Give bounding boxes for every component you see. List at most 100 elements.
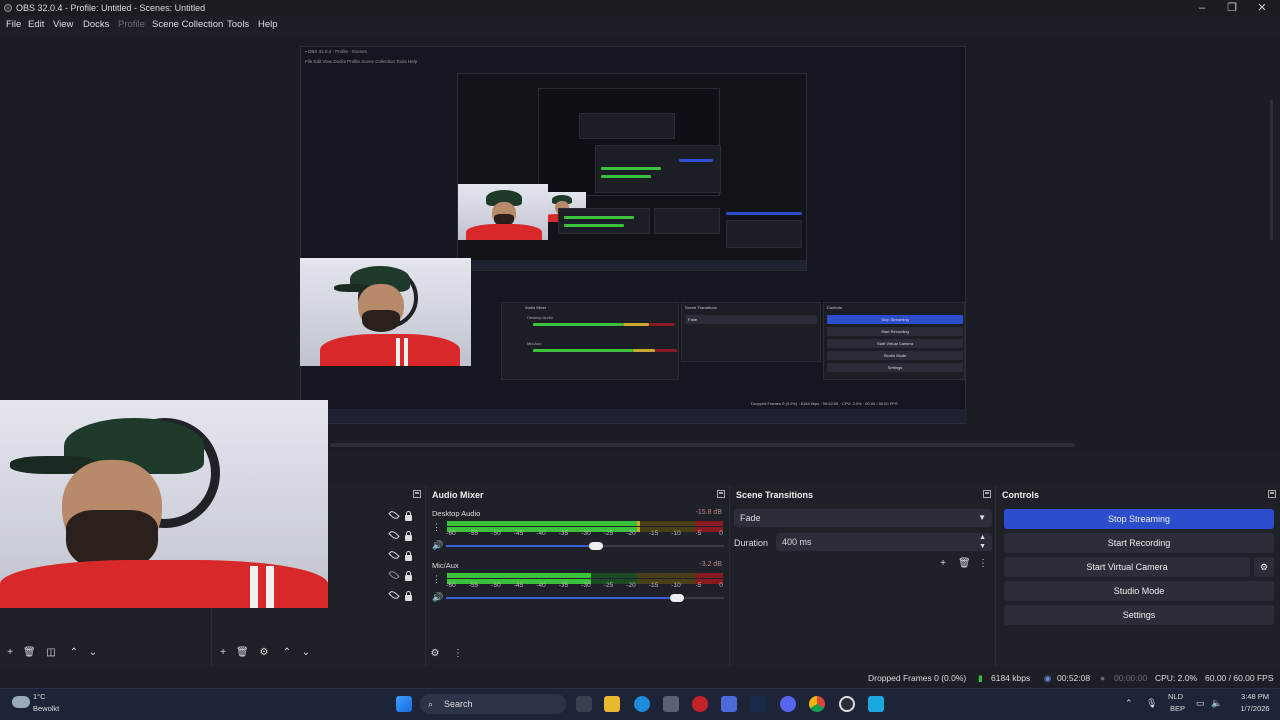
move-scene-up-icon[interactable]: ⌃ (68, 648, 80, 658)
record-icon: ● (1100, 673, 1106, 683)
file-explorer-icon[interactable] (604, 696, 620, 712)
weather-icon[interactable] (12, 696, 30, 708)
menu-scene-collection[interactable]: Scene Collection (152, 19, 223, 30)
edge-icon[interactable] (634, 696, 650, 712)
task-view-icon[interactable] (576, 696, 592, 712)
keyboard-layout[interactable]: BEP (1170, 704, 1185, 714)
virtual-camera-settings-gear-icon[interactable]: ⚙ (1254, 557, 1274, 577)
mixer-menu-icon[interactable]: ⋮ (452, 649, 464, 659)
nested-scene-transitions (681, 302, 821, 362)
preview-horizontal-scrollbar[interactable] (330, 443, 1075, 447)
lock-icon[interactable] (405, 571, 412, 581)
meter-tick-label: -45 (513, 530, 524, 537)
nested-capture-3 (538, 88, 721, 196)
language-code[interactable]: NLD (1168, 692, 1183, 702)
chrome-icon[interactable] (809, 696, 825, 712)
obs-taskbar-icon[interactable] (839, 696, 855, 712)
spin-down-icon[interactable]: ▼ (979, 538, 986, 556)
scene-filters-icon[interactable]: ◫ (45, 648, 57, 658)
track-menu-icon[interactable]: ⋮ (432, 574, 441, 584)
add-scene-icon[interactable]: + (4, 648, 16, 658)
move-scene-down-icon[interactable]: ⌄ (87, 648, 99, 658)
settings-button[interactable]: Settings (1004, 605, 1274, 625)
meter-tick-label: -50 (491, 582, 501, 589)
menu-profile[interactable]: Profile (118, 19, 145, 30)
menu-edit[interactable]: Edit (28, 19, 44, 30)
start-virtual-camera-button[interactable]: Start Virtual Camera (1004, 557, 1250, 577)
add-transition-icon[interactable]: + (937, 559, 949, 569)
meter-tick-label: -5 (695, 582, 702, 589)
menu-bar: File Edit View Docks Profile Scene Colle… (0, 16, 1280, 34)
move-source-down-icon[interactable]: ⌄ (300, 648, 312, 658)
transition-select-value: Fade (740, 513, 761, 523)
tray-expand-icon[interactable]: ⌃ (1125, 698, 1133, 708)
lock-icon[interactable] (405, 551, 412, 561)
remove-source-icon[interactable]: 🗑 (236, 648, 249, 658)
track-menu-icon[interactable]: ⋮ (432, 522, 441, 532)
undock-scene-transitions-icon[interactable] (983, 490, 991, 498)
store-icon[interactable] (663, 696, 679, 712)
visibility-eye-icon[interactable] (388, 529, 400, 541)
volume-icon[interactable]: 🔈 (1211, 698, 1222, 708)
menu-view[interactable]: View (53, 19, 73, 30)
source-properties-icon[interactable]: ⚙ (258, 648, 270, 658)
nested-webcam-medium (300, 258, 471, 366)
menu-help[interactable]: Help (258, 19, 278, 30)
duration-spinbox[interactable]: 400 ms ▲ ▼ (776, 533, 992, 551)
speaker-icon[interactable]: 🔊 (432, 541, 443, 550)
app-icon-cyan[interactable] (868, 696, 884, 712)
undock-controls-icon[interactable] (1268, 490, 1276, 498)
menu-file[interactable]: File (6, 19, 21, 30)
undock-sources-icon[interactable] (413, 490, 421, 498)
streaming-icon: ◉ (1044, 673, 1052, 683)
move-source-up-icon[interactable]: ⌃ (281, 648, 293, 658)
transition-properties-icon[interactable]: ⋮ (977, 559, 989, 569)
speaker-icon[interactable]: 🔊 (432, 593, 443, 602)
app-icon-blue[interactable] (721, 696, 737, 712)
stream-time: 00:52:08 (1057, 673, 1091, 683)
preview-vertical-scrollbar[interactable] (1270, 100, 1273, 240)
minimize-button[interactable]: – (1187, 0, 1217, 16)
network-icon[interactable]: ▭ (1196, 698, 1205, 708)
studio-mode-button[interactable]: Studio Mode (1004, 581, 1274, 601)
meter-tick-label: -60 (446, 530, 456, 537)
undock-audio-mixer-icon[interactable] (717, 490, 725, 498)
controls-title: Controls (1002, 490, 1039, 500)
search-icon: ⌕ (428, 699, 434, 709)
app-icon-red[interactable] (692, 696, 708, 712)
steam-icon[interactable] (750, 696, 766, 712)
maximize-button[interactable]: ❐ (1217, 0, 1247, 16)
start-recording-button[interactable]: Start Recording (1004, 533, 1274, 553)
volume-slider-desktop-audio[interactable] (446, 542, 724, 550)
title-bar: OBS 32.0.4 - Profile: Untitled - Scenes:… (0, 0, 1280, 16)
webcam-source (0, 400, 328, 608)
volume-meter-desktop-audio (447, 521, 723, 526)
discord-icon[interactable] (780, 696, 796, 712)
taskbar-search[interactable]: ⌕ Search (420, 694, 566, 714)
meter-tick-label: -55 (468, 582, 479, 589)
advanced-audio-properties-icon[interactable]: ⚙ (429, 649, 441, 659)
menu-docks[interactable]: Docks (83, 19, 109, 30)
lock-icon[interactable] (405, 531, 412, 541)
menu-tools[interactable]: Tools (227, 19, 249, 30)
clock-time[interactable]: 3:48 PM (1235, 692, 1275, 702)
stop-streaming-button[interactable]: Stop Streaming (1004, 509, 1274, 529)
window-title: OBS 32.0.4 - Profile: Untitled - Scenes:… (16, 3, 206, 13)
visibility-eye-icon[interactable] (388, 549, 400, 561)
visibility-eye-icon[interactable] (388, 509, 400, 521)
remove-scene-icon[interactable]: 🗑 (23, 648, 36, 658)
visibility-eye-icon[interactable] (388, 589, 400, 601)
lock-icon[interactable] (405, 511, 412, 521)
visibility-hidden-icon[interactable] (388, 569, 400, 581)
nested-menu: File Edit View Docks Profile Scene Colle… (305, 59, 418, 64)
lock-icon[interactable] (405, 591, 412, 601)
transition-select[interactable]: Fade ▼ (734, 509, 992, 527)
remove-transition-icon[interactable]: 🗑 (958, 559, 971, 569)
microphone-icon[interactable]: 🎙 (1146, 698, 1157, 708)
add-source-icon[interactable]: + (217, 648, 229, 658)
volume-slider-mic-aux[interactable] (446, 594, 724, 602)
scene-transitions-title: Scene Transitions (736, 490, 814, 500)
start-windows-icon[interactable] (396, 696, 412, 712)
close-button[interactable]: ✕ (1247, 0, 1277, 16)
clock-date[interactable]: 1/7/2026 (1233, 704, 1277, 714)
